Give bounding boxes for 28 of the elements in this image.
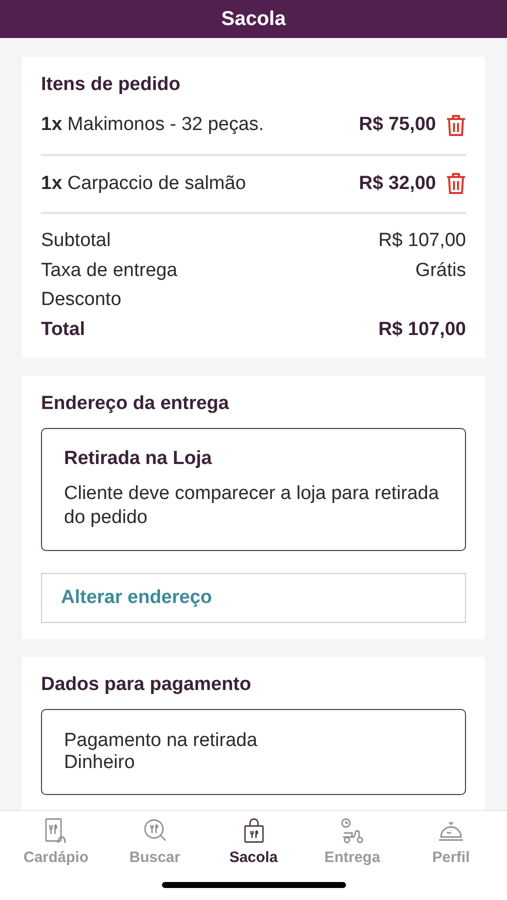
summary-value: R$ 107,00 (378, 318, 466, 342)
summary-value: Grátis (415, 258, 466, 282)
item-price: R$ 75,00 (358, 113, 436, 137)
item-price: R$ 32,00 (358, 172, 436, 196)
summary-label: Total (41, 318, 85, 342)
tab[interactable]: Perfil (405, 817, 497, 870)
item-name: 1x Carpaccio de salmão (41, 172, 246, 196)
tab[interactable]: Entrega (306, 817, 398, 870)
payment-text: Pagamento na retirada (64, 730, 258, 752)
tab[interactable]: Sacola (208, 817, 300, 870)
trash-icon[interactable] (446, 114, 466, 137)
address-option-title: Retirada na Loja (64, 447, 213, 471)
address-option-box[interactable]: Retirada na Loja Cliente deve comparecer a loja para retirada do pedido (41, 428, 466, 551)
payment-text: Dinheiro (64, 752, 136, 774)
summary-label: Desconto (41, 288, 122, 312)
section-title: Itens de pedido (41, 73, 182, 97)
item-name: 1x Makimonos - 32 peças. (41, 113, 264, 138)
change-address-button[interactable]: Alterar endereço (41, 573, 466, 623)
summary-label: Subtotal (41, 229, 111, 253)
tab[interactable]: Buscar (108, 817, 201, 870)
section-title: Dados para pagamento (41, 673, 252, 697)
trash-icon[interactable] (446, 172, 466, 196)
summary-value: R$ 107,00 (378, 229, 466, 253)
address-option-text: Cliente deve comparecer a loja para retirada do pedido (64, 482, 440, 530)
screen-title: Sacola (221, 7, 286, 32)
summary-label: Taxa de entrega (41, 258, 178, 282)
tab[interactable]: Cardápio (10, 817, 102, 870)
section-title: Endereço da entrega (41, 392, 230, 416)
